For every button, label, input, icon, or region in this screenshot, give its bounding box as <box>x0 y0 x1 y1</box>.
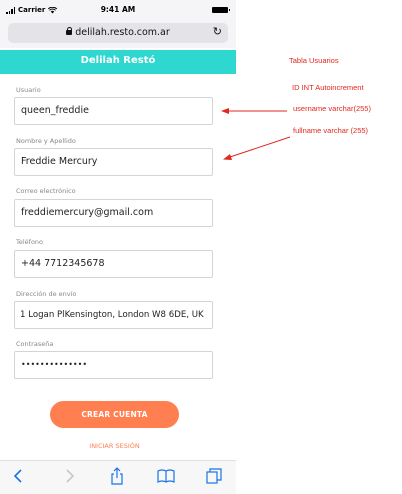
username-arrow <box>221 108 287 114</box>
annotation-arrows <box>221 108 291 160</box>
fullname-arrow <box>223 136 291 160</box>
